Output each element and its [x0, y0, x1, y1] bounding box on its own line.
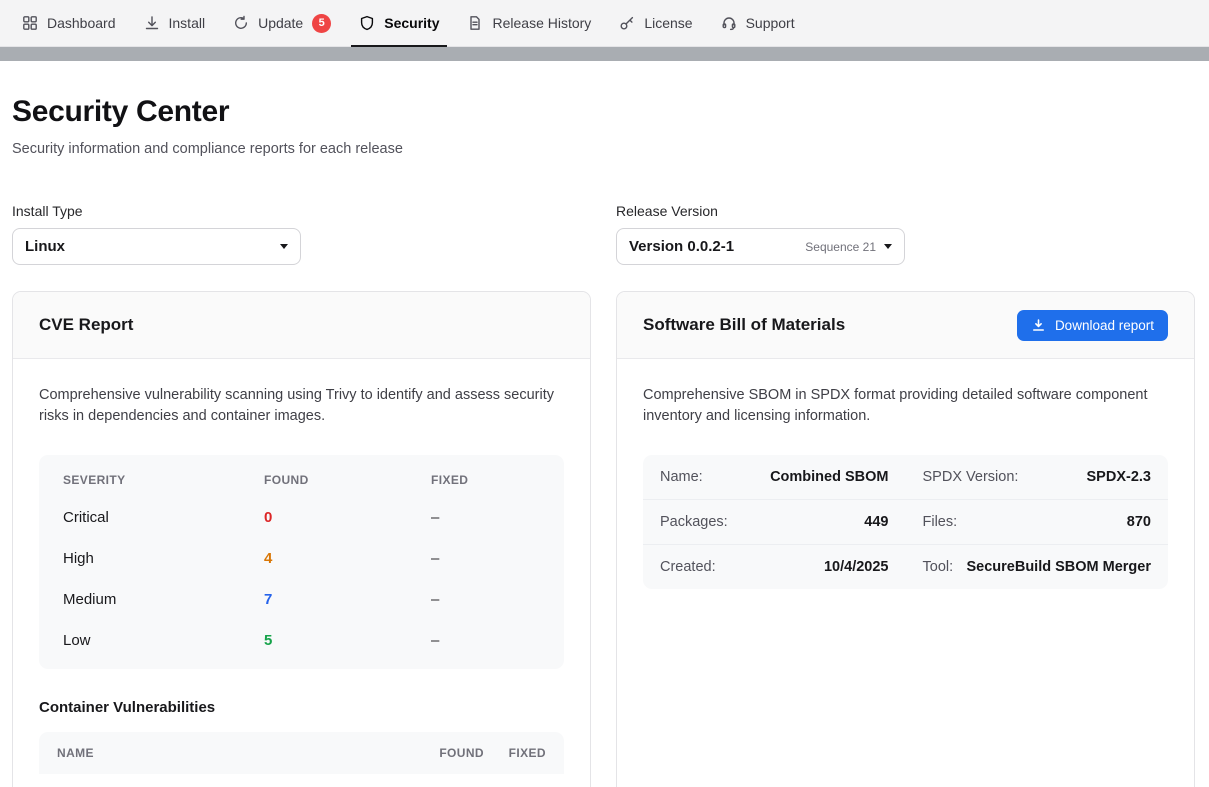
- info-label: Packages:: [660, 514, 728, 530]
- severity-table-header: SEVERITY FOUND FIXED: [39, 459, 564, 497]
- info-label: Files:: [923, 514, 958, 530]
- info-value: 10/4/2025: [824, 559, 889, 575]
- found-count: 7: [264, 591, 431, 608]
- table-row-low: Low 5 –: [39, 620, 564, 661]
- download-report-button[interactable]: Download report: [1017, 310, 1168, 341]
- info-label: Created:: [660, 559, 716, 575]
- release-history-icon: [467, 15, 483, 31]
- cve-report-title: CVE Report: [39, 315, 133, 335]
- table-row-high: High 4 –: [39, 538, 564, 579]
- sbom-info-created: Created: 10/4/2025: [643, 545, 906, 589]
- sbom-body: Comprehensive SBOM in SPDX format provid…: [617, 359, 1194, 615]
- download-icon: [1031, 318, 1046, 333]
- severity-table: SEVERITY FOUND FIXED Critical 0 – High 4…: [39, 455, 564, 669]
- release-version-value: Version 0.0.2-1: [629, 238, 797, 255]
- release-version-label: Release Version: [616, 203, 1195, 219]
- info-label: Tool:: [923, 559, 954, 575]
- cve-report-description: Comprehensive vulnerability scanning usi…: [39, 385, 564, 428]
- nav-item-update[interactable]: Update 5: [219, 0, 345, 46]
- info-value: 870: [1127, 514, 1151, 530]
- download-report-label: Download report: [1055, 318, 1154, 333]
- info-label: SPDX Version:: [923, 469, 1019, 485]
- filters-row: Install Type Linux Release Version Versi…: [12, 203, 1195, 265]
- sbom-info-packages: Packages: 449: [643, 500, 906, 545]
- info-value: SecureBuild SBOM Merger: [966, 559, 1151, 575]
- info-label: Name:: [660, 469, 703, 485]
- sbom-info-grid: Name: Combined SBOM SPDX Version: SPDX-2…: [643, 455, 1168, 589]
- table-row-medium: Medium 7 –: [39, 579, 564, 620]
- sbom-info-files: Files: 870: [906, 500, 1169, 545]
- info-value: Combined SBOM: [770, 469, 888, 485]
- severity-label: High: [63, 550, 264, 567]
- severity-label: Low: [63, 632, 264, 649]
- fixed-count: –: [431, 509, 540, 526]
- main-content: Security Center Security information and…: [0, 61, 1209, 787]
- page-title: Security Center: [12, 95, 1195, 129]
- release-version-select[interactable]: Version 0.0.2-1 Sequence 21: [616, 228, 905, 265]
- found-count: 4: [264, 550, 431, 567]
- severity-label: Medium: [63, 591, 264, 608]
- severity-label: Critical: [63, 509, 264, 526]
- col-found: FOUND: [398, 746, 484, 760]
- scroll-divider-bar: [0, 47, 1209, 61]
- cards-row: CVE Report Comprehensive vulnerability s…: [12, 291, 1195, 787]
- install-type-select[interactable]: Linux: [12, 228, 301, 265]
- fixed-count: –: [431, 550, 540, 567]
- sbom-title: Software Bill of Materials: [643, 315, 845, 335]
- install-type-label: Install Type: [12, 203, 591, 219]
- info-value: 449: [864, 514, 888, 530]
- nav-label: Security: [384, 15, 439, 31]
- fixed-count: –: [431, 632, 540, 649]
- cve-report-card: CVE Report Comprehensive vulnerability s…: [12, 291, 591, 787]
- container-vulnerabilities-table-header: NAME FOUND FIXED: [39, 732, 564, 774]
- sbom-info-name: Name: Combined SBOM: [643, 455, 906, 500]
- sbom-info-tool: Tool: SecureBuild SBOM Merger: [906, 545, 1169, 589]
- info-value: SPDX-2.3: [1087, 469, 1151, 485]
- page-subtitle: Security information and compliance repo…: [12, 141, 1195, 157]
- col-severity: SEVERITY: [63, 473, 264, 487]
- sbom-description: Comprehensive SBOM in SPDX format provid…: [643, 385, 1168, 428]
- col-fixed: FIXED: [484, 746, 546, 760]
- sbom-header: Software Bill of Materials Download repo…: [617, 292, 1194, 359]
- col-fixed: FIXED: [431, 473, 540, 487]
- nav-label: Install: [169, 15, 206, 31]
- nav-label: License: [644, 15, 692, 31]
- nav-label: Release History: [492, 15, 591, 31]
- install-type-filter: Install Type Linux: [12, 203, 591, 265]
- nav-item-license[interactable]: License: [605, 0, 706, 46]
- nav-label: Dashboard: [47, 15, 116, 31]
- nav-item-dashboard[interactable]: Dashboard: [8, 0, 130, 46]
- install-type-value: Linux: [25, 238, 272, 255]
- sbom-info-spdx-version: SPDX Version: SPDX-2.3: [906, 455, 1169, 500]
- security-icon: [359, 15, 375, 31]
- table-row-critical: Critical 0 –: [39, 497, 564, 538]
- found-count: 0: [264, 509, 431, 526]
- install-icon: [144, 15, 160, 31]
- container-vulnerabilities-title: Container Vulnerabilities: [39, 699, 564, 716]
- nav-item-security[interactable]: Security: [345, 0, 453, 46]
- nav-item-support[interactable]: Support: [707, 0, 809, 46]
- nav-item-install[interactable]: Install: [130, 0, 220, 46]
- chevron-down-icon: [280, 244, 288, 249]
- fixed-count: –: [431, 591, 540, 608]
- cve-report-header: CVE Report: [13, 292, 590, 359]
- col-found: FOUND: [264, 473, 431, 487]
- release-version-filter: Release Version Version 0.0.2-1 Sequence…: [616, 203, 1195, 265]
- release-sequence-hint: Sequence 21: [805, 240, 876, 254]
- nav-label: Update: [258, 15, 303, 31]
- found-count: 5: [264, 632, 431, 649]
- cve-report-body: Comprehensive vulnerability scanning usi…: [13, 359, 590, 787]
- dashboard-icon: [22, 15, 38, 31]
- col-name: NAME: [57, 746, 398, 760]
- nav-item-release-history[interactable]: Release History: [453, 0, 605, 46]
- license-icon: [619, 15, 635, 31]
- support-icon: [721, 15, 737, 31]
- nav-label: Support: [746, 15, 795, 31]
- sbom-card: Software Bill of Materials Download repo…: [616, 291, 1195, 787]
- update-icon: [233, 15, 249, 31]
- chevron-down-icon: [884, 244, 892, 249]
- update-count-badge: 5: [312, 14, 331, 33]
- top-nav: Dashboard Install Update 5 Security Rele…: [0, 0, 1209, 47]
